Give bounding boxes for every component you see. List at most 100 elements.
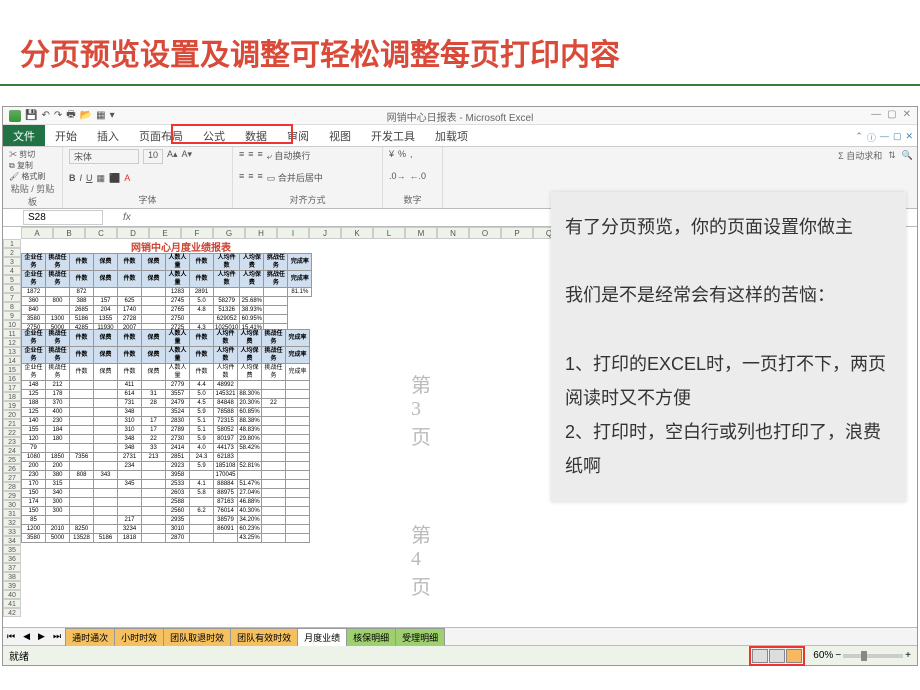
- font-color-button[interactable]: A: [124, 173, 130, 184]
- qat-save-icon[interactable]: 💾: [25, 110, 37, 121]
- col-header-I[interactable]: I: [277, 227, 309, 239]
- align-bot-icon[interactable]: ≡: [258, 149, 263, 162]
- page-layout-view-button[interactable]: [769, 649, 785, 663]
- row-header-24[interactable]: 24: [3, 446, 21, 455]
- sheet-tab-0[interactable]: 通时通次: [65, 628, 115, 646]
- zoom-out-icon[interactable]: −: [835, 650, 841, 661]
- row-header-7[interactable]: 7: [3, 293, 21, 302]
- col-header-L[interactable]: L: [373, 227, 405, 239]
- row-header-21[interactable]: 21: [3, 419, 21, 428]
- row-header-3[interactable]: 3: [3, 257, 21, 266]
- row-header-25[interactable]: 25: [3, 455, 21, 464]
- align-left-icon[interactable]: ≡: [239, 171, 244, 184]
- align-right-icon[interactable]: ≡: [258, 171, 263, 184]
- row-header-6[interactable]: 6: [3, 284, 21, 293]
- row-header-18[interactable]: 18: [3, 392, 21, 401]
- maximize-icon[interactable]: ▢: [887, 109, 896, 120]
- sheet-tab-3[interactable]: 团队有效时效: [230, 628, 298, 646]
- col-header-P[interactable]: P: [501, 227, 533, 239]
- row-header-11[interactable]: 11: [3, 329, 21, 338]
- copy-button[interactable]: ⧉ 复制: [9, 160, 56, 171]
- sheet-tab-4[interactable]: 月度业绩: [297, 628, 347, 646]
- sheet-tab-5[interactable]: 核保明细: [346, 628, 396, 646]
- col-header-F[interactable]: F: [181, 227, 213, 239]
- qat-redo-icon[interactable]: ↷: [54, 110, 62, 121]
- row-header-28[interactable]: 28: [3, 482, 21, 491]
- row-header-13[interactable]: 13: [3, 347, 21, 356]
- tab-nav-prev-icon[interactable]: ◀: [19, 631, 34, 642]
- row-header-39[interactable]: 39: [3, 581, 21, 590]
- tab-nav-first-icon[interactable]: ⏮: [3, 631, 19, 642]
- row-header-31[interactable]: 31: [3, 509, 21, 518]
- sort-icon[interactable]: ⇅: [888, 150, 896, 161]
- col-header-E[interactable]: E: [149, 227, 181, 239]
- file-tab[interactable]: 文件: [3, 125, 45, 146]
- col-header-K[interactable]: K: [341, 227, 373, 239]
- col-header-G[interactable]: G: [213, 227, 245, 239]
- tab-nav-last-icon[interactable]: ⏭: [49, 631, 65, 642]
- name-box[interactable]: S28: [23, 210, 103, 225]
- row-header-16[interactable]: 16: [3, 374, 21, 383]
- border-button[interactable]: ▦: [97, 173, 106, 184]
- row-header-1[interactable]: 1: [3, 239, 21, 248]
- qat-more-icon[interactable]: ▾: [110, 110, 115, 121]
- row-header-38[interactable]: 38: [3, 572, 21, 581]
- percent-icon[interactable]: %: [398, 149, 406, 159]
- find-icon[interactable]: 🔍: [902, 150, 913, 161]
- help-icon[interactable]: ⓘ: [867, 131, 876, 144]
- align-mid-icon[interactable]: ≡: [248, 149, 253, 162]
- fill-color-button[interactable]: ⬛: [109, 173, 120, 184]
- sheet-tab-6[interactable]: 受理明细: [395, 628, 445, 646]
- tab-view[interactable]: 视图: [319, 125, 361, 146]
- row-header-27[interactable]: 27: [3, 473, 21, 482]
- inner-min-icon[interactable]: —: [880, 131, 889, 144]
- row-header-15[interactable]: 15: [3, 365, 21, 374]
- decrease-font-icon[interactable]: A▾: [182, 149, 193, 164]
- font-name-combo[interactable]: 宋体: [69, 149, 139, 164]
- row-header-42[interactable]: 42: [3, 608, 21, 617]
- align-top-icon[interactable]: ≡: [239, 149, 244, 162]
- zoom-slider[interactable]: [843, 654, 903, 658]
- decrease-decimal-icon[interactable]: ←.0: [410, 171, 427, 181]
- row-header-2[interactable]: 2: [3, 248, 21, 257]
- col-header-D[interactable]: D: [117, 227, 149, 239]
- row-header-17[interactable]: 17: [3, 383, 21, 392]
- merge-center-button[interactable]: ▭ 合并后居中: [267, 171, 323, 184]
- inner-close-icon[interactable]: ✕: [905, 131, 913, 144]
- row-header-35[interactable]: 35: [3, 545, 21, 554]
- row-header-30[interactable]: 30: [3, 500, 21, 509]
- wrap-text-button[interactable]: ⤶ 自动换行: [267, 149, 311, 162]
- row-header-26[interactable]: 26: [3, 464, 21, 473]
- comma-icon[interactable]: ,: [410, 149, 413, 159]
- row-header-20[interactable]: 20: [3, 410, 21, 419]
- tab-devtools[interactable]: 开发工具: [361, 125, 425, 146]
- row-header-4[interactable]: 4: [3, 266, 21, 275]
- row-header-10[interactable]: 10: [3, 320, 21, 329]
- autosum-button[interactable]: Σ 自动求和: [838, 149, 882, 162]
- tab-insert[interactable]: 插入: [87, 125, 129, 146]
- col-header-O[interactable]: O: [469, 227, 501, 239]
- currency-icon[interactable]: ¥: [389, 149, 394, 159]
- sheet-tab-2[interactable]: 团队取退时效: [163, 628, 231, 646]
- inner-max-icon[interactable]: ▢: [893, 131, 902, 144]
- row-header-9[interactable]: 9: [3, 311, 21, 320]
- close-icon[interactable]: ✕: [903, 109, 911, 120]
- row-header-5[interactable]: 5: [3, 275, 21, 284]
- row-header-23[interactable]: 23: [3, 437, 21, 446]
- row-header-40[interactable]: 40: [3, 590, 21, 599]
- qat-open-icon[interactable]: 📂: [80, 110, 92, 121]
- row-header-32[interactable]: 32: [3, 518, 21, 527]
- normal-view-button[interactable]: [752, 649, 768, 663]
- zoom-in-icon[interactable]: +: [905, 650, 911, 661]
- row-header-22[interactable]: 22: [3, 428, 21, 437]
- tab-nav-next-icon[interactable]: ▶: [34, 631, 49, 642]
- row-header-14[interactable]: 14: [3, 356, 21, 365]
- bold-button[interactable]: B: [69, 173, 76, 184]
- col-header-M[interactable]: M: [405, 227, 437, 239]
- col-header-H[interactable]: H: [245, 227, 277, 239]
- align-center-icon[interactable]: ≡: [248, 171, 253, 184]
- minimize-ribbon-icon[interactable]: ⌃: [855, 131, 863, 144]
- row-header-37[interactable]: 37: [3, 563, 21, 572]
- col-header-J[interactable]: J: [309, 227, 341, 239]
- row-header-41[interactable]: 41: [3, 599, 21, 608]
